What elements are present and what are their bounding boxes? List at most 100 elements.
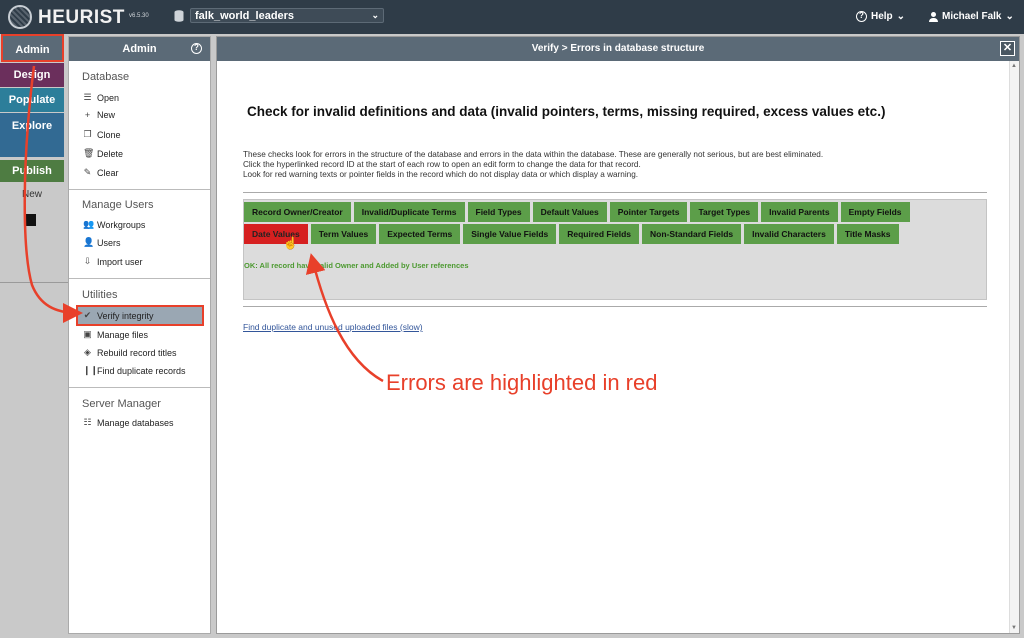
admin-item-label: Manage databases [97, 417, 174, 428]
database-icon [174, 10, 184, 22]
group-icon: 👥 [83, 219, 95, 229]
menu-admin[interactable]: Admin [1, 34, 64, 62]
database-stack-icon: ☷ [83, 417, 92, 427]
dialog-header: Verify > Errors in database structure ✕ [217, 37, 1019, 61]
admin-item-users[interactable]: 👤 Users [83, 237, 121, 248]
admin-item-open[interactable]: ☰ Open [83, 92, 119, 103]
admin-item-import-user[interactable]: ⇩ Import user [83, 256, 143, 267]
tab-invalid-characters[interactable]: Invalid Characters [744, 224, 834, 244]
admin-item-clone[interactable]: ❐ Clone [83, 129, 120, 140]
close-icon[interactable]: ✕ [1000, 41, 1015, 56]
tags-icon: ◈ [84, 347, 91, 357]
admin-item-label: Manage files [97, 329, 149, 340]
admin-panel-header: Admin ? [69, 37, 210, 61]
tab-invalid-parents[interactable]: Invalid Parents [761, 202, 838, 222]
admin-item-label: Open [97, 92, 120, 103]
admin-item-new[interactable]: + New [83, 110, 115, 120]
user-icon: 👤 [83, 237, 95, 247]
help-menu[interactable]: ? Help ⌄ [856, 11, 905, 22]
admin-item-label: Import user [97, 256, 143, 267]
section-divider [69, 278, 210, 279]
section-database: Database [82, 71, 130, 83]
description-line: These checks look for errors in the stru… [243, 150, 824, 159]
admin-item-label: Workgroups [97, 219, 146, 230]
admin-item-workgroups[interactable]: 👥 Workgroups [83, 219, 145, 230]
description-line: Click the hyperlinked record ID at the s… [243, 160, 641, 169]
main-menu: Admin Design Populate Explore Publish Ne… [0, 34, 68, 638]
help-icon[interactable]: ? [191, 43, 202, 54]
tab-non-standard-fields[interactable]: Non-Standard Fields [642, 224, 742, 244]
menu-publish[interactable]: Publish [0, 160, 64, 182]
admin-item-label: Delete [97, 148, 124, 159]
new-label[interactable]: New [0, 189, 64, 200]
plus-icon: + [84, 110, 91, 120]
user-name: Michael Falk [942, 11, 1002, 22]
check-tabs-panel: Record Owner/Creator Invalid/Duplicate Te… [243, 199, 987, 300]
admin-item-label: New [97, 110, 116, 120]
pause-icon: ❙❙ [83, 365, 99, 375]
user-menu[interactable]: Michael Falk ⌄ [929, 11, 1014, 22]
scroll-down-icon[interactable]: ▼ [1011, 625, 1017, 631]
admin-panel: Admin ? Database ☰ Open + New ❐ Clone 🗑 Dele… [68, 36, 211, 634]
section-divider [69, 387, 210, 388]
new-document-icon[interactable] [26, 214, 36, 226]
tab-expected-terms[interactable]: Expected Terms [379, 224, 461, 244]
admin-item-label: Find duplicate records [97, 365, 186, 376]
eraser-icon: ✎ [83, 167, 92, 177]
app-logo[interactable]: HEURIST [38, 7, 125, 29]
admin-item-label: Users [97, 237, 121, 248]
section-utilities: Utilities [82, 289, 118, 301]
tab-target-types[interactable]: Target Types [690, 202, 759, 222]
tab-record-owner-creator[interactable]: Record Owner/Creator [244, 202, 351, 222]
menu-divider [0, 282, 68, 283]
help-label: Help [871, 11, 893, 22]
tab-single-value-fields[interactable]: Single Value Fields [463, 224, 557, 244]
tab-field-types[interactable]: Field Types [467, 202, 530, 222]
tab-default-values[interactable]: Default Values [532, 202, 607, 222]
admin-item-verify-integrity[interactable]: ✔ Verify integrity [83, 310, 154, 321]
tab-term-values[interactable]: Term Values [310, 224, 377, 244]
admin-item-delete[interactable]: 🗑 Delete [83, 148, 123, 159]
admin-item-manage-files[interactable]: ▣ Manage files [83, 329, 148, 340]
tab-invalid-duplicate-terms[interactable]: Invalid/Duplicate Terms [353, 202, 465, 222]
section-server-manager: Server Manager [82, 398, 161, 410]
section-divider [69, 189, 210, 190]
tab-pointer-targets[interactable]: Pointer Targets [609, 202, 688, 222]
database-icon: ☰ [83, 92, 92, 102]
menu-design[interactable]: Design [0, 63, 64, 87]
admin-panel-title: Admin [122, 43, 157, 55]
menu-explore-label: Explore [11, 120, 53, 132]
divider [243, 306, 987, 307]
menu-explore[interactable]: Explore [0, 113, 64, 157]
check-icon: ✔ [83, 310, 92, 320]
tab-required-fields[interactable]: Required Fields [559, 224, 639, 244]
scroll-up-icon[interactable]: ▲ [1011, 63, 1017, 69]
tab-row: Date Values Term Values Expected Terms Sing… [244, 224, 899, 244]
top-bar: HEURIST v6.5.30 falk_world_leaders ⌄ ? H… [0, 0, 1024, 34]
admin-item-manage-databases[interactable]: ☷ Manage databases [83, 417, 174, 428]
description-line: Look for red warning texts or pointer fi… [243, 170, 639, 179]
admin-item-rebuild-titles[interactable]: ◈ Rebuild record titles [83, 347, 177, 358]
trash-icon: 🗑 [83, 148, 95, 158]
annotation-text: Errors are highlighted in red [386, 370, 658, 395]
admin-item-find-duplicates[interactable]: ❙❙ Find duplicate records [83, 365, 186, 376]
status-message: OK: All record have valid Owner and Adde… [244, 261, 469, 270]
clone-icon: ❐ [83, 129, 92, 139]
admin-item-clear[interactable]: ✎ Clear [83, 167, 119, 178]
database-selector[interactable]: falk_world_leaders ⌄ [190, 8, 384, 23]
heurist-logo-icon[interactable] [8, 5, 32, 29]
scrollbar[interactable]: ▲ ▼ [1009, 61, 1019, 633]
tab-date-values[interactable]: Date Values [244, 224, 308, 244]
find-duplicate-files-link[interactable]: Find duplicate and unused uploaded files… [243, 322, 423, 332]
chevron-down-icon: ⌄ [896, 11, 906, 22]
database-name: falk_world_leaders [195, 10, 295, 22]
tab-title-masks[interactable]: Title Masks [836, 224, 899, 244]
description: These checks look for errors in the stru… [243, 150, 943, 180]
mouse-cursor-icon: ☝ [283, 236, 298, 250]
tab-empty-fields[interactable]: Empty Fields [840, 202, 910, 222]
files-icon: ▣ [83, 329, 92, 339]
menu-populate[interactable]: Populate [0, 88, 64, 112]
help-icon: ? [856, 11, 867, 22]
chevron-down-icon: ⌄ [1005, 11, 1014, 22]
import-icon: ⇩ [83, 256, 92, 266]
